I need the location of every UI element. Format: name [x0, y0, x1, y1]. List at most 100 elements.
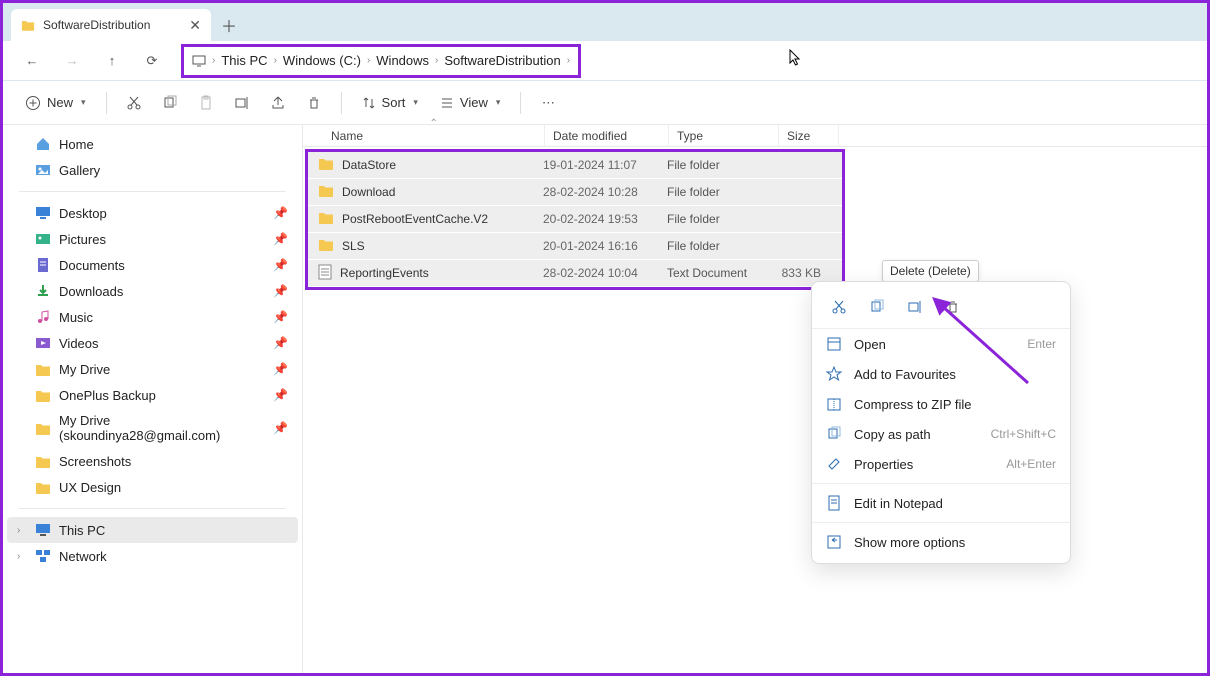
table-row[interactable]: ReportingEvents28-02-2024 10:04Text Docu… — [308, 260, 842, 287]
forward-button[interactable]: → — [57, 46, 87, 76]
rename-button[interactable] — [227, 88, 257, 118]
sidebar-item[interactable]: Screenshots — [7, 448, 298, 474]
videos-icon — [35, 335, 51, 351]
column-type[interactable]: Type — [669, 125, 779, 146]
sidebar-item[interactable]: My Drive (skoundinya28@gmail.com)📌 — [7, 408, 298, 448]
sidebar-item[interactable]: Music📌 — [7, 304, 298, 330]
file-name: PostRebootEventCache.V2 — [342, 212, 488, 226]
sidebar-item[interactable]: Desktop 📌 — [7, 200, 298, 226]
column-name[interactable]: Name⌃ — [315, 125, 545, 146]
back-button[interactable]: ← — [17, 46, 47, 76]
chevron-right-icon: › — [274, 55, 277, 66]
table-row[interactable]: PostRebootEventCache.V220-02-2024 19:53F… — [308, 206, 842, 233]
plus-circle-icon — [25, 95, 41, 111]
folder-icon — [318, 184, 334, 200]
desktop-icon — [35, 205, 51, 221]
breadcrumb-item[interactable]: This PC — [221, 53, 267, 68]
pin-icon[interactable]: 📌 — [273, 421, 288, 435]
sidebar-item[interactable]: OnePlus Backup📌 — [7, 382, 298, 408]
sidebar-item-label: My Drive — [59, 362, 110, 377]
pin-icon[interactable]: 📌 — [273, 258, 288, 272]
ctx-item-label: Copy as path — [854, 427, 931, 442]
zip-icon — [826, 396, 842, 412]
pin-icon[interactable]: 📌 — [273, 310, 288, 324]
chevron-right-icon: › — [567, 55, 570, 66]
pin-icon[interactable]: 📌 — [273, 206, 288, 220]
ctx-cut-button[interactable] — [826, 294, 852, 320]
new-tab-button[interactable]: ＋ — [211, 9, 247, 41]
close-icon[interactable]: ✕ — [189, 17, 201, 34]
pin-icon[interactable]: 📌 — [273, 388, 288, 402]
ctx-item-label: Add to Favourites — [854, 367, 956, 382]
sidebar-item[interactable]: ›Network — [7, 543, 298, 569]
cut-button[interactable] — [119, 88, 149, 118]
folder-icon — [318, 211, 334, 227]
ctx-item-label: Open — [854, 337, 886, 352]
gallery-icon — [35, 162, 51, 178]
column-size[interactable]: Size — [779, 125, 839, 146]
sidebar-item-label: Videos — [59, 336, 99, 351]
chevron-down-icon: ▾ — [496, 97, 501, 108]
ctx-copy-button[interactable] — [864, 294, 890, 320]
file-name: ReportingEvents — [340, 266, 429, 280]
notepad-icon — [826, 495, 842, 511]
view-button[interactable]: View ▾ — [432, 91, 508, 114]
ctx-item[interactable]: Show more options — [812, 527, 1070, 557]
column-headers[interactable]: Name⌃ Date modified Type Size — [303, 125, 1207, 147]
ctx-item[interactable]: Copy as pathCtrl+Shift+C — [812, 419, 1070, 449]
breadcrumb-item[interactable]: SoftwareDistribution — [444, 53, 560, 68]
thispc-icon — [35, 522, 51, 538]
music-icon — [35, 309, 51, 325]
ctx-delete-button[interactable] — [940, 294, 966, 320]
table-row[interactable]: Download28-02-2024 10:28File folder — [308, 179, 842, 206]
chevron-right-icon[interactable]: › — [17, 525, 20, 536]
sort-button[interactable]: Sort ▾ — [354, 91, 426, 114]
folder-icon — [35, 479, 51, 495]
pin-icon[interactable]: 📌 — [273, 284, 288, 298]
sidebar-item[interactable]: Videos 📌 — [7, 330, 298, 356]
ctx-rename-button[interactable] — [902, 294, 928, 320]
breadcrumb[interactable]: › This PC › Windows (C:) › Windows › Sof… — [181, 44, 581, 78]
pin-icon[interactable]: 📌 — [273, 362, 288, 376]
folder-icon — [35, 361, 51, 377]
new-button[interactable]: New ▾ — [17, 91, 94, 115]
ctx-item[interactable]: OpenEnter — [812, 329, 1070, 359]
breadcrumb-item[interactable]: Windows (C:) — [283, 53, 361, 68]
paste-button[interactable] — [191, 88, 221, 118]
sidebar-item[interactable]: Gallery — [7, 157, 298, 183]
refresh-button[interactable]: ⟳ — [137, 46, 167, 76]
sidebar-item[interactable]: ›This PC — [7, 517, 298, 543]
ctx-item[interactable]: Compress to ZIP file — [812, 389, 1070, 419]
file-name: SLS — [342, 239, 365, 253]
sidebar-item[interactable]: My Drive 📌 — [7, 356, 298, 382]
sidebar-item-label: Home — [59, 137, 94, 152]
sidebar: HomeGallery Desktop📌Pictures📌Documents📌D… — [3, 125, 303, 673]
copy-button[interactable] — [155, 88, 185, 118]
share-button[interactable] — [263, 88, 293, 118]
pin-icon[interactable]: 📌 — [273, 232, 288, 246]
tab-active[interactable]: SoftwareDistribution ✕ — [11, 9, 211, 41]
up-button[interactable]: ↑ — [97, 46, 127, 76]
ctx-item[interactable]: PropertiesAlt+Enter — [812, 449, 1070, 479]
sidebar-item-label: Desktop — [59, 206, 107, 221]
open-icon — [826, 336, 842, 352]
pin-icon[interactable]: 📌 — [273, 336, 288, 350]
ctx-item[interactable]: Add to Favourites — [812, 359, 1070, 389]
more-button[interactable]: ⋯ — [533, 88, 563, 118]
toolbar: New ▾ Sort ▾ View ▾ ⋯ — [3, 81, 1207, 125]
sidebar-item[interactable]: Documents 📌 — [7, 252, 298, 278]
sidebar-item[interactable]: Home — [7, 131, 298, 157]
column-date[interactable]: Date modified — [545, 125, 669, 146]
sidebar-item-label: Documents — [59, 258, 125, 273]
table-row[interactable]: SLS20-01-2024 16:16File folder — [308, 233, 842, 260]
sidebar-item[interactable]: UX Design — [7, 474, 298, 500]
sidebar-item[interactable]: Pictures📌 — [7, 226, 298, 252]
chevron-right-icon[interactable]: › — [17, 551, 20, 562]
table-row[interactable]: DataStore19-01-2024 11:07File folder — [308, 152, 842, 179]
sidebar-item[interactable]: Downloads📌 — [7, 278, 298, 304]
sort-icon — [362, 96, 376, 110]
file-name: Download — [342, 185, 395, 199]
delete-button[interactable] — [299, 88, 329, 118]
ctx-item[interactable]: Edit in Notepad — [812, 488, 1070, 518]
breadcrumb-item[interactable]: Windows — [376, 53, 429, 68]
